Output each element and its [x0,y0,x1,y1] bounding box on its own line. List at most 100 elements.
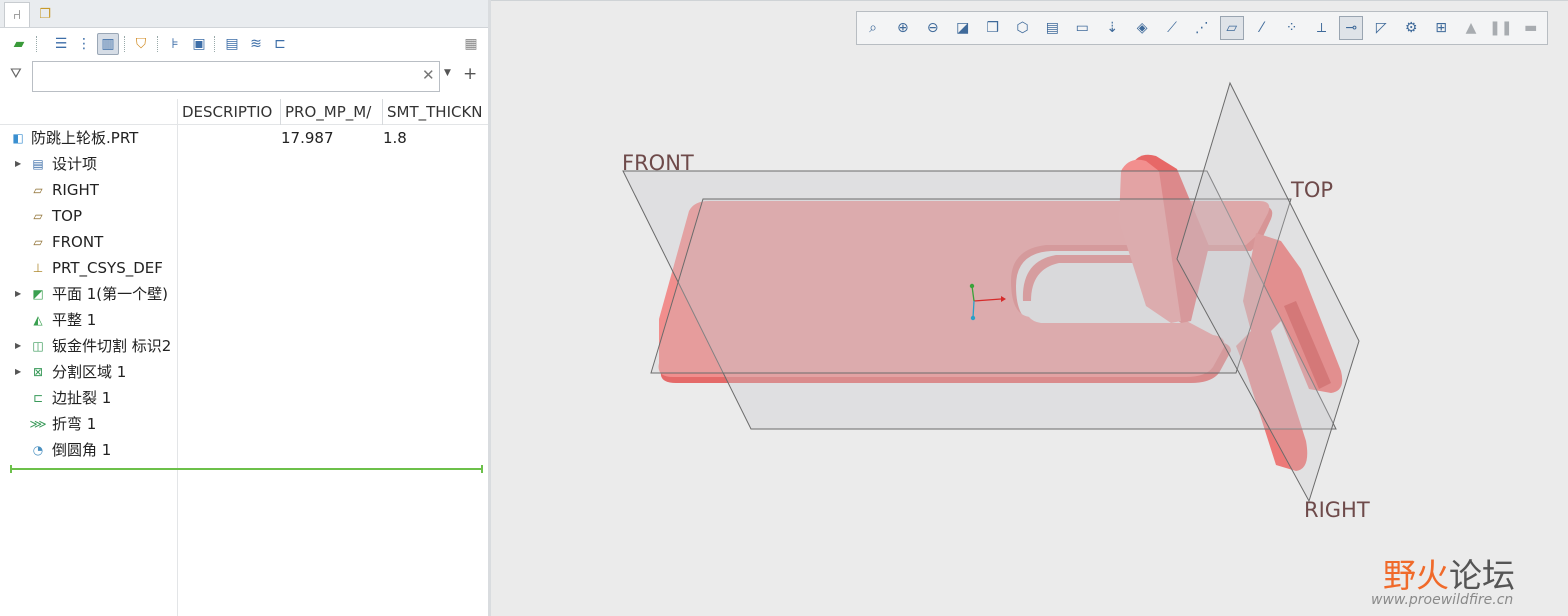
column-header-thickness[interactable]: SMT_THICKN [382,99,482,125]
render-icon[interactable]: ▲ [1459,16,1483,40]
annotation-display-icon[interactable]: ⋰ [1190,16,1214,40]
right-plane-label[interactable]: RIGHT [1304,498,1370,522]
split-area-icon: ⊠ [32,365,44,379]
expand-arrow-icon[interactable]: ▶ [15,151,21,177]
saved-orientations-icon[interactable]: ⬡ [1011,16,1035,40]
section-icon[interactable]: ⇣ [1100,16,1124,40]
top-plane-label[interactable]: TOP [1290,178,1333,202]
zoom-out-icon[interactable]: ⊖ [921,16,945,40]
display-style-icon[interactable]: ❒ [981,16,1005,40]
toolbar-separator [214,36,215,52]
appearance-icon[interactable]: ◈ [1130,16,1154,40]
thickness-cell: 1.8 [383,129,407,147]
tree-row[interactable]: ⊏ 边扯裂 1 [0,385,488,411]
part-icon: ◧ [12,131,24,145]
axis-display-icon[interactable]: ⁄ [1250,16,1274,40]
datum-plane-icon: ▱ [33,209,43,223]
layer-icon[interactable]: ⛉ [130,33,152,55]
point-display-icon[interactable]: ⁘ [1280,16,1304,40]
zoom-in-icon[interactable]: ⊕ [891,16,915,40]
flat-wall-icon: ◭ [33,313,43,327]
navigator-tabs: ⑁ ❐ [0,0,488,28]
toolbar-separator [157,36,158,52]
perspective-icon[interactable]: ▭ [1070,16,1094,40]
tree-row[interactable]: ◭ 平整 1 [0,307,488,333]
plane-display-icon[interactable]: ▱ [1219,16,1244,40]
insert-here-indicator[interactable] [10,465,483,473]
hierarchy-icon[interactable]: ⊏ [269,33,291,55]
toolbar-separator [36,36,37,52]
expand-arrow-icon[interactable]: ▶ [15,359,21,385]
tree-column-header: DESCRIPTIO PRO_MP_M/ SMT_THICKN [0,99,488,125]
spin-center-icon[interactable]: ⊸ [1339,16,1364,40]
notes-icon[interactable]: ▦ [460,33,482,55]
tree-item-label: 钣金件切割 标识2 [52,337,172,355]
show-icon[interactable]: ▰ [8,33,30,55]
section-view-icon[interactable]: ⊞ [1429,16,1453,40]
tree-row[interactable]: ▱ FRONT [0,229,488,255]
tree-row[interactable]: ▶ ⊠ 分割区域 1 [0,359,488,385]
layers-tab[interactable]: ❐ [32,2,58,27]
toolbar-separator [124,36,125,52]
chevron-down-icon[interactable]: ▼ [444,68,451,78]
coordinate-system-icon: ⊥ [32,261,44,275]
environment-icon[interactable]: ⚙ [1399,16,1423,40]
pause-icon[interactable]: ❚❚ [1489,16,1513,40]
model-tree-icon: ⑁ [13,7,21,23]
feature-filter-icon[interactable]: ⊧ [164,33,186,55]
layers-icon: ❐ [39,7,51,22]
tree-row[interactable]: ▶ ◩ 平面 1(第一个壁) [0,281,488,307]
front-plane-label[interactable]: FRONT [622,151,694,175]
clear-search-icon[interactable]: ✕ [422,66,435,84]
tree-item-label: 边扯裂 1 [52,389,112,407]
tree-item-label: TOP [52,207,83,225]
tree-filters-icon[interactable]: ⋮ [73,33,95,55]
watermark-url: www.proewildfire.cn [1371,592,1514,608]
filter-icon[interactable]: ⛛ [10,66,28,84]
column-header-mass[interactable]: PRO_MP_M/ [280,99,382,125]
tree-row[interactable]: ◧ 防跳上轮板.PRT 17.987 1.8 [0,125,488,151]
tree-item-label: PRT_CSYS_DEF [52,259,163,277]
column-header-tree[interactable] [0,99,177,125]
tree-row[interactable]: ▱ RIGHT [0,177,488,203]
tag-display-icon[interactable]: ◸ [1369,16,1393,40]
tree-row[interactable]: ⋙ 折弯 1 [0,411,488,437]
watermark-logo: 野火论坛 [1383,556,1515,595]
round-icon: ◔ [32,443,44,457]
list-icon[interactable]: ▤ [221,33,243,55]
planar-wall-icon: ◩ [32,287,44,301]
clear-icon[interactable]: ▬ [1519,16,1543,40]
repaint-icon[interactable]: ◪ [951,16,975,40]
tree-row[interactable]: ▶ ◫ 钣金件切割 标识2 [0,333,488,359]
copy-icon[interactable]: ▣ [188,33,210,55]
settings-icon[interactable]: ▥ [97,33,119,55]
expand-arrow-icon[interactable]: ▶ [15,333,21,359]
tree-item-label: 平面 1(第一个壁) [52,285,169,303]
column-header-description[interactable]: DESCRIPTIO [177,99,280,125]
datum-axis-display-icon[interactable]: ⟋ [1160,16,1184,40]
expand-arrow-icon[interactable]: ▶ [15,281,21,307]
tree-item-label: 折弯 1 [52,415,97,433]
tree-item-label: 设计项 [52,155,98,173]
tree-row[interactable]: ▶ ▤ 设计项 [0,151,488,177]
tree-row[interactable]: ⊥ PRT_CSYS_DEF [0,255,488,281]
datum-plane-icon: ▱ [33,183,43,197]
view-manager-icon[interactable]: ▤ [1040,16,1064,40]
tree-item-label: 分割区域 1 [52,363,127,381]
add-filter-icon[interactable]: + [463,64,477,84]
model-tree-tab[interactable]: ⑁ [4,2,30,27]
refit-icon[interactable]: ⌕ [861,16,885,40]
3d-viewport[interactable]: FRONT TOP RIGHT [491,1,1568,616]
stack-icon[interactable]: ≋ [245,33,267,55]
graphics-window[interactable]: FRONT TOP RIGHT ⌕ ⊕ ⊖ ◪ ❒ ⬡ ▤ ▭ ⇣ ◈ ⟋ ⋰ ▱ ⁄ ⁘ ⟂ ⊸ ◸ ⚙ ⊞ ▲ ❚❚ ▬… [491,0,1568,616]
csys-display-icon[interactable]: ⟂ [1310,16,1334,40]
tree-row[interactable]: ◔ 倒圆角 1 [0,437,488,463]
tree-item-label: 平整 1 [52,311,97,329]
bend-icon: ⋙ [29,417,47,431]
tree-row[interactable]: ▱ TOP [0,203,488,229]
model-tree-panel: ⑁ ❐ ▰ ☰ ⋮ ▥ ⛉ ⊧ ▣ ▤ ≋ ⊏ ▦ ⛛ ✕ ▼ + DESCRI… [0,0,488,616]
tree-columns-icon[interactable]: ☰ [50,33,72,55]
tree-item-label: FRONT [52,233,104,251]
search-input[interactable] [32,61,440,92]
design-items-icon: ▤ [32,157,44,171]
